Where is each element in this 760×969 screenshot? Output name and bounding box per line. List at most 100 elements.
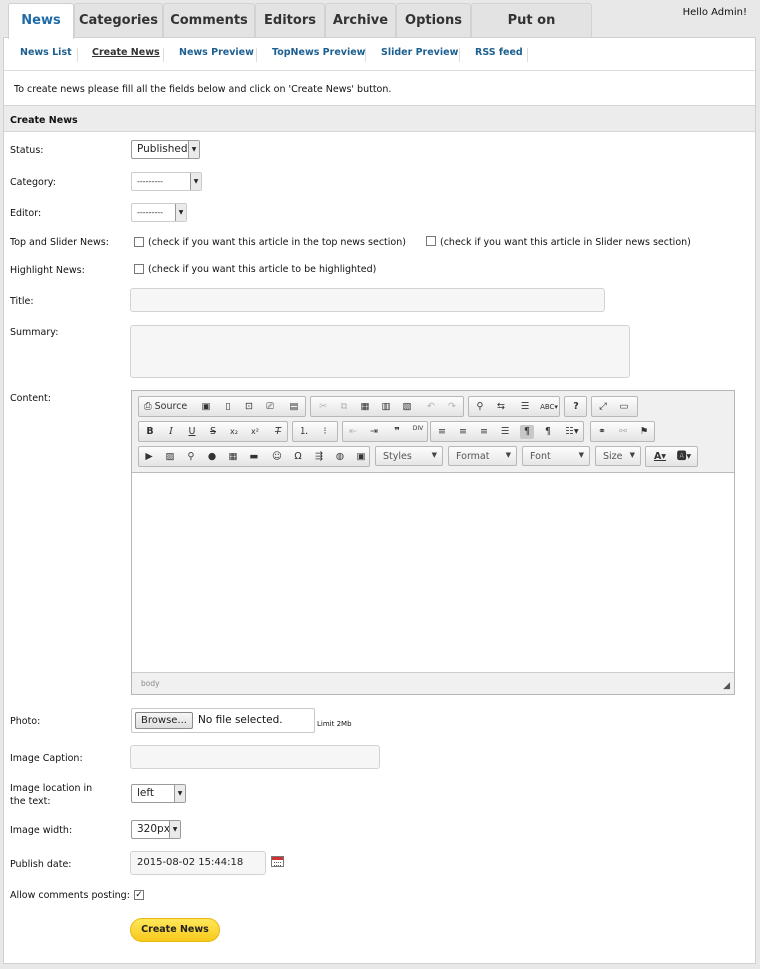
publish-date-input[interactable]: 2015-08-02 15:44:18 xyxy=(130,851,266,875)
horizontal-rule-icon[interactable]: ▬ xyxy=(247,450,261,464)
subscript-icon[interactable]: x₂ xyxy=(227,425,241,439)
flash-icon[interactable]: ● xyxy=(205,450,219,464)
allow-comments-checkbox[interactable]: ✓ xyxy=(134,890,144,900)
paste-word-icon[interactable]: ▧ xyxy=(400,400,414,414)
top-news-checkbox[interactable] xyxy=(134,237,144,247)
align-right-icon[interactable]: ≡ xyxy=(477,425,491,439)
calendar-icon[interactable] xyxy=(271,856,284,867)
youtube-icon[interactable]: ▶ xyxy=(142,450,156,464)
italic-icon[interactable]: I xyxy=(164,425,178,439)
bg-color-icon[interactable]: 🅰▾ xyxy=(674,450,694,464)
save-icon[interactable]: ▣ xyxy=(199,400,213,414)
anchor-icon[interactable]: ⚑ xyxy=(637,425,651,439)
maximize-icon[interactable]: ⤢ xyxy=(596,400,610,414)
indent-icon[interactable]: ⇥ xyxy=(367,425,381,439)
browse-button[interactable]: Browse... xyxy=(135,712,193,729)
select-all-icon[interactable]: ☰ xyxy=(518,400,532,414)
redo-icon[interactable]: ↷ xyxy=(445,400,459,414)
superscript-icon[interactable]: x² xyxy=(248,425,262,439)
image-icon[interactable]: ▨ xyxy=(163,450,177,464)
show-blocks-icon[interactable]: ▭ xyxy=(617,400,631,414)
width-value: 320px xyxy=(137,823,170,835)
editor-select[interactable]: --------- ▼ xyxy=(131,203,187,222)
caption-label: Image Caption: xyxy=(10,753,83,764)
subnav-news-list[interactable]: News List xyxy=(20,47,72,58)
photo-file-input[interactable]: Browse... No file selected. xyxy=(131,708,315,733)
templates-icon[interactable]: ▤ xyxy=(287,400,301,414)
create-news-button[interactable]: Create News xyxy=(130,918,220,942)
subnav-create-news[interactable]: Create News xyxy=(92,47,160,58)
editor-content-area[interactable] xyxy=(132,473,734,671)
print-icon[interactable]: ⎚ xyxy=(263,400,277,414)
tab-put-on-webpage[interactable]: Put on WebPage xyxy=(471,3,592,61)
div-icon[interactable]: DIV xyxy=(411,425,425,439)
title-input[interactable] xyxy=(130,288,605,312)
numbered-list-icon[interactable]: ⒈ xyxy=(297,425,311,439)
slider-news-checkbox[interactable] xyxy=(426,236,436,246)
spellcheck-icon[interactable]: ABC▾ xyxy=(539,400,559,414)
bulleted-list-icon[interactable]: ⁝ xyxy=(318,425,332,439)
zoom-icon[interactable]: ⚲ xyxy=(184,450,198,464)
rtl-icon[interactable]: ¶ xyxy=(541,425,555,439)
underline-icon[interactable]: U xyxy=(185,425,199,439)
link-icon[interactable]: ⚭ xyxy=(595,425,609,439)
width-select[interactable]: 320px ▼ xyxy=(131,820,181,839)
subnav-topnews-preview[interactable]: TopNews Preview xyxy=(272,47,365,58)
help-icon[interactable]: ? xyxy=(569,400,583,414)
caption-input[interactable] xyxy=(130,745,380,769)
tab-comments[interactable]: Comments xyxy=(163,3,255,38)
chevron-down-icon: ▼ xyxy=(190,173,201,190)
tab-editors[interactable]: Editors xyxy=(255,3,325,38)
align-center-icon[interactable]: ≡ xyxy=(456,425,470,439)
highlight-checkbox[interactable] xyxy=(134,264,144,274)
styles-combo[interactable]: Styles ▼ xyxy=(375,446,443,466)
summary-textarea[interactable] xyxy=(130,325,630,378)
find-icon[interactable]: ⚲ xyxy=(473,400,487,414)
align-left-icon[interactable]: ≡ xyxy=(435,425,449,439)
size-combo[interactable]: Size ▼ xyxy=(595,446,641,466)
category-select[interactable]: --------- ▼ xyxy=(131,172,202,191)
tab-news[interactable]: News xyxy=(8,3,74,39)
tab-options[interactable]: Options xyxy=(396,3,471,38)
remove-format-icon[interactable]: T̶ xyxy=(271,425,285,439)
subnav-rss-feed[interactable]: RSS feed xyxy=(475,47,523,58)
ltr-icon[interactable]: ¶ xyxy=(520,425,534,439)
tab-categories[interactable]: Categories xyxy=(74,3,163,38)
unlink-icon[interactable]: ⚯ xyxy=(616,425,630,439)
blockquote-icon[interactable]: ❞ xyxy=(390,425,404,439)
iframe-icon[interactable]: ◍ xyxy=(333,450,347,464)
table-icon[interactable]: ▦ xyxy=(226,450,240,464)
paste-text-icon[interactable]: ▥ xyxy=(379,400,393,414)
replace-icon[interactable]: ⇆ xyxy=(494,400,508,414)
strike-icon[interactable]: S xyxy=(206,425,220,439)
undo-icon[interactable]: ↶ xyxy=(424,400,438,414)
cut-icon[interactable]: ✂ xyxy=(316,400,330,414)
subnav-slider-preview[interactable]: Slider Preview xyxy=(381,47,458,58)
source-button[interactable]: ⎙ Source xyxy=(142,400,190,414)
status-select[interactable]: Published ▼ xyxy=(131,140,200,159)
new-page-icon[interactable]: ▯ xyxy=(221,400,235,414)
subnav-news-preview[interactable]: News Preview xyxy=(179,47,254,58)
page-break-icon[interactable]: ⇶ xyxy=(312,450,326,464)
font-combo[interactable]: Font ▼ xyxy=(522,446,590,466)
location-select[interactable]: left ▼ xyxy=(131,784,186,803)
subnav-divider xyxy=(77,48,78,62)
paste-icon[interactable]: ▦ xyxy=(358,400,372,414)
rich-text-editor: ⎙ Source ▣ ▯ ⊡ ⎚ ▤ ✂ ⧉ ▦ ▥ ▧ ↶ ↷ ⚲ ⇆ ☰ A… xyxy=(131,390,735,695)
smiley-icon[interactable]: ☺ xyxy=(270,450,284,464)
language-icon[interactable]: ☷▾ xyxy=(562,425,582,439)
location-value: left xyxy=(137,787,155,799)
resize-handle-icon[interactable]: ◢ xyxy=(723,681,730,691)
bold-icon[interactable]: B xyxy=(143,425,157,439)
format-combo[interactable]: Format ▼ xyxy=(448,446,517,466)
special-char-icon[interactable]: Ω xyxy=(291,450,305,464)
tab-archive[interactable]: Archive xyxy=(325,3,396,38)
justify-icon[interactable]: ☰ xyxy=(498,425,512,439)
text-color-icon[interactable]: A▾ xyxy=(650,450,670,464)
chevron-down-icon: ▼ xyxy=(578,451,584,459)
copy-icon[interactable]: ⧉ xyxy=(337,400,351,414)
top-news-hint: (check if you want this article in the t… xyxy=(148,237,406,248)
image-map-icon[interactable]: ▣ xyxy=(354,450,368,464)
preview-icon[interactable]: ⊡ xyxy=(242,400,256,414)
outdent-icon[interactable]: ⇤ xyxy=(346,425,360,439)
